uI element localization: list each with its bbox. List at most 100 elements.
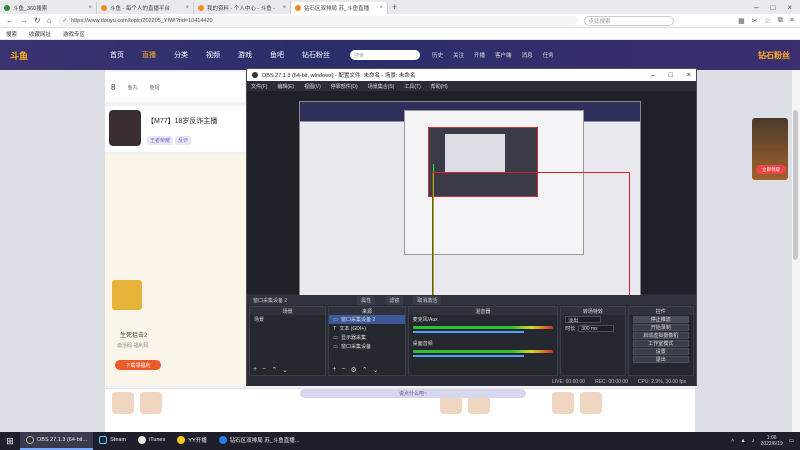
- virtual-camera-button[interactable]: 启动虚拟摄像机: [632, 332, 689, 339]
- obs-titlebar[interactable]: OBS 27.1.3 (64-bit, windows) - 配置文件: 未命名…: [247, 69, 696, 81]
- exit-button[interactable]: 退出: [632, 356, 689, 363]
- back-icon[interactable]: ←: [6, 16, 14, 25]
- maximize-icon[interactable]: □: [669, 72, 673, 79]
- menu-item[interactable]: 视图(V): [304, 83, 321, 90]
- task-icon[interactable]: 任务: [543, 51, 554, 59]
- deactivate-button[interactable]: 取消激活: [413, 295, 442, 305]
- move-up-icon[interactable]: ⌃: [271, 366, 277, 374]
- notification-icon[interactable]: ▭: [789, 438, 794, 444]
- bookmark-item[interactable]: 游戏专区: [63, 30, 85, 38]
- site-logo[interactable]: 斗鱼: [10, 49, 70, 62]
- taskbar-item[interactable]: YY开播: [171, 432, 212, 450]
- screenshot-icon[interactable]: ✂: [752, 17, 758, 25]
- avatar[interactable]: [109, 110, 141, 146]
- studio-mode-button[interactable]: 工作室模式: [632, 340, 689, 347]
- source-item[interactable]: ▭ 窗口采集设备: [329, 342, 404, 351]
- menu-item[interactable]: 文件(F): [251, 83, 267, 90]
- filters-button[interactable]: 滤镜: [385, 295, 404, 305]
- preview-canvas[interactable]: [299, 101, 641, 296]
- gift-item[interactable]: [580, 392, 602, 414]
- gift-item[interactable]: [140, 392, 162, 414]
- game-ad-image[interactable]: [112, 280, 142, 310]
- properties-button[interactable]: 属性: [357, 295, 376, 305]
- browser-search-input[interactable]: 点此搜索: [583, 15, 674, 26]
- browser-tab-active[interactable]: 钻石区双排局 苏_斗鱼直播 ×: [291, 2, 388, 14]
- room-tag[interactable]: 反诈: [174, 136, 191, 145]
- nav-item[interactable]: 钻石粉丝: [302, 50, 330, 60]
- source-item[interactable]: ▭ 显示器采集: [329, 333, 404, 342]
- game-ad-button[interactable]: 下载领福利: [115, 360, 161, 370]
- forward-icon[interactable]: →: [20, 16, 28, 25]
- remove-icon[interactable]: −: [341, 366, 345, 374]
- promo-banner[interactable]: 钻石粉丝: [758, 50, 790, 61]
- reload-icon[interactable]: ↻: [34, 16, 41, 25]
- transition-type-select[interactable]: 淡出: [561, 315, 624, 324]
- taskbar-item[interactable]: iTunes: [132, 432, 171, 450]
- menu-item[interactable]: 工具(T): [404, 83, 420, 90]
- close-icon[interactable]: ×: [282, 5, 286, 11]
- browser-tab[interactable]: 斗鱼 - 每个人的直播平台 ×: [97, 2, 194, 14]
- close-icon[interactable]: ×: [185, 5, 189, 11]
- nav-item[interactable]: 首页: [110, 50, 124, 60]
- settings-button[interactable]: 设置: [632, 348, 689, 355]
- taskbar-item[interactable]: OBS 27.1.3 (64-bit...: [20, 432, 94, 450]
- site-search-input[interactable]: 搜索: [350, 50, 420, 60]
- menu-item[interactable]: 帮助(H): [431, 83, 448, 90]
- move-up-icon[interactable]: ⌃: [362, 366, 368, 374]
- maximize-icon[interactable]: □: [770, 3, 775, 12]
- obs-preview[interactable]: [247, 91, 696, 296]
- grid-icon[interactable]: ▦: [738, 17, 745, 25]
- new-tab-button[interactable]: +: [392, 2, 397, 12]
- nav-item[interactable]: 直播: [142, 50, 156, 60]
- history-icon[interactable]: 历史: [432, 51, 443, 59]
- gift-item[interactable]: [552, 392, 574, 414]
- source-item[interactable]: ▭ 窗口采集设备 2: [329, 315, 405, 324]
- chat-input[interactable]: 说点什么吧~: [300, 389, 526, 398]
- tray-arrow-icon[interactable]: ˄: [731, 438, 734, 444]
- client-icon[interactable]: 客户端: [495, 51, 512, 59]
- close-icon[interactable]: ×: [687, 72, 691, 79]
- gift-item[interactable]: [112, 392, 134, 414]
- move-down-icon[interactable]: ⌄: [373, 366, 379, 374]
- scrollbar-thumb[interactable]: [793, 110, 798, 260]
- side-ad-button[interactable]: 立即领取: [756, 165, 786, 174]
- add-icon[interactable]: +: [253, 366, 257, 374]
- stop-streaming-button[interactable]: 停止推流: [632, 316, 689, 323]
- star-icon[interactable]: ☆: [765, 17, 771, 25]
- nav-item[interactable]: 鱼吧: [270, 50, 284, 60]
- remove-icon[interactable]: −: [262, 366, 266, 374]
- close-icon[interactable]: ×: [787, 3, 792, 12]
- nav-item[interactable]: 分类: [174, 50, 188, 60]
- volume-slider[interactable]: [412, 331, 525, 333]
- scene-item[interactable]: 场景: [250, 315, 325, 324]
- close-icon[interactable]: ×: [88, 5, 92, 11]
- extension-icon[interactable]: ⧉: [778, 17, 783, 25]
- browser-tab[interactable]: 我的资料 - 个人中心 - 斗鱼 - ×: [194, 2, 291, 14]
- clock[interactable]: 1:06 2022/6/19: [761, 435, 783, 447]
- home-icon[interactable]: ⌂: [47, 16, 52, 25]
- bookmark-item[interactable]: 收藏网址: [29, 30, 51, 38]
- gear-icon[interactable]: ⚙: [350, 366, 356, 374]
- taskbar-item[interactable]: Steam: [93, 432, 132, 450]
- transition-duration[interactable]: 时长 300 ms: [561, 324, 624, 333]
- address-bar[interactable]: ✓ https://www.douyu.com/topic/20220​5_YIW…: [57, 15, 578, 26]
- nav-item[interactable]: 游戏: [238, 50, 252, 60]
- volume-icon[interactable]: ♪: [752, 438, 755, 444]
- move-down-icon[interactable]: ⌄: [282, 366, 288, 374]
- minimize-icon[interactable]: –: [754, 3, 758, 12]
- broadcast-icon[interactable]: 开播: [474, 51, 485, 59]
- bookmark-item[interactable]: 搜索: [6, 30, 17, 38]
- volume-slider[interactable]: [412, 355, 525, 357]
- source-selection-box[interactable]: [432, 172, 630, 295]
- browser-tab[interactable]: 斗鱼_360搜索 ×: [0, 2, 97, 14]
- add-icon[interactable]: +: [332, 366, 336, 374]
- network-icon[interactable]: ▲: [740, 438, 745, 444]
- room-tag[interactable]: 王者荣耀: [147, 136, 174, 145]
- start-recording-button[interactable]: 开始录制: [632, 324, 689, 331]
- follow-icon[interactable]: 关注: [453, 51, 464, 59]
- menu-item[interactable]: 场景集合(S): [368, 83, 395, 90]
- menu-item[interactable]: 停靠部件(D): [331, 83, 358, 90]
- windows-start-icon[interactable]: ⊞: [0, 436, 20, 447]
- message-icon[interactable]: 消息: [522, 51, 533, 59]
- menu-item[interactable]: 编辑(E): [277, 83, 294, 90]
